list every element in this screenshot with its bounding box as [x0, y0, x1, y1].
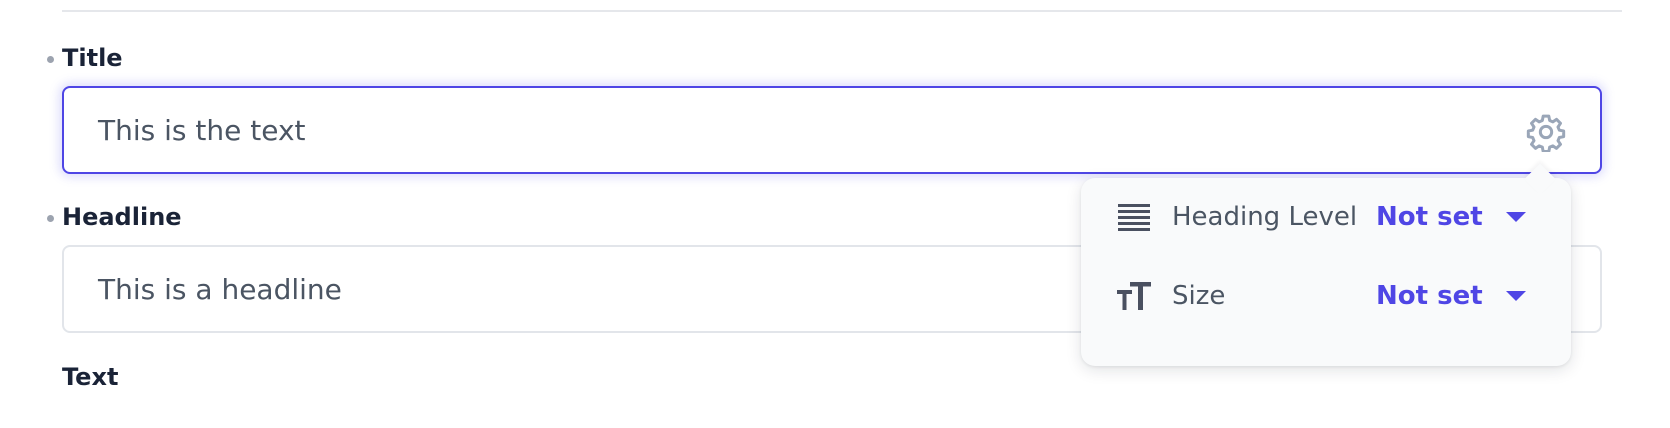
field-indicator-dot — [47, 56, 54, 63]
size-select[interactable]: Not set — [1376, 281, 1526, 311]
gear-icon[interactable] — [1526, 112, 1566, 152]
heading-level-value: Not set — [1376, 202, 1483, 232]
heading-level-row: Heading Level Not set — [1116, 192, 1546, 242]
heading-lines-icon — [1118, 204, 1150, 231]
size-value: Not set — [1376, 281, 1483, 311]
field-indicator-dot — [47, 215, 54, 222]
title-input[interactable]: This is the text — [62, 86, 1602, 174]
chevron-down-icon — [1506, 291, 1526, 301]
text-size-icon — [1117, 282, 1151, 310]
text-field-label: Text — [62, 363, 119, 391]
chevron-down-icon — [1506, 212, 1526, 222]
headline-field-label: Headline — [62, 203, 182, 231]
title-input-value: This is the text — [98, 113, 306, 147]
top-divider — [62, 10, 1622, 12]
heading-level-label: Heading Level — [1172, 202, 1358, 232]
headline-input-value: This is a headline — [98, 272, 342, 306]
field-settings-popover: Heading Level Not set Size Not set — [1081, 163, 1571, 366]
title-field-label: Title — [62, 44, 123, 72]
size-row: Size Not set — [1116, 271, 1546, 321]
heading-level-select[interactable]: Not set — [1376, 202, 1526, 232]
size-label: Size — [1172, 281, 1226, 311]
